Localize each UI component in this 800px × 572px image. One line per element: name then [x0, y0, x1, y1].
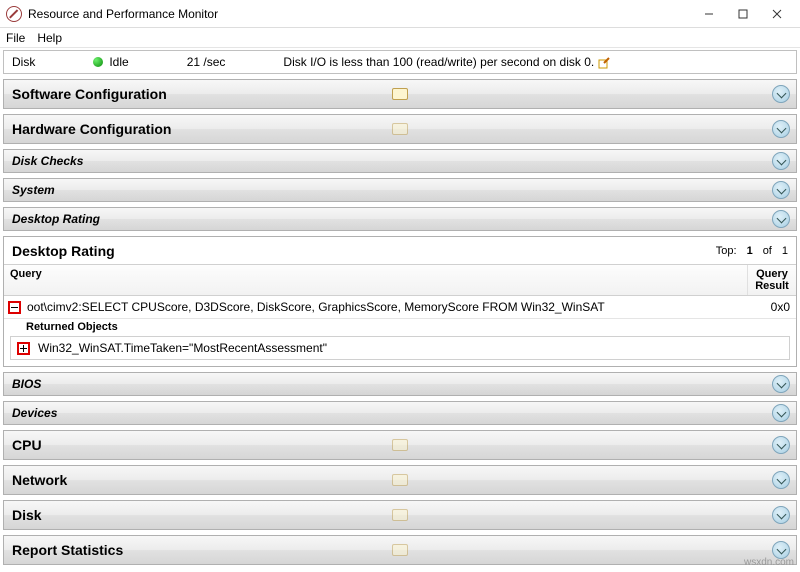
section-label: Disk Checks — [12, 154, 83, 168]
returned-objects-label: Returned Objects — [26, 319, 796, 334]
note-icon — [392, 123, 408, 135]
section-label: Devices — [12, 406, 57, 420]
section-bios[interactable]: BIOS — [3, 372, 797, 396]
status-rate: 21 /sec — [187, 55, 226, 69]
status-description-text: Disk I/O is less than 100 (read/write) p… — [283, 55, 594, 69]
section-label: Desktop Rating — [12, 212, 100, 226]
status-description: Disk I/O is less than 100 (read/write) p… — [283, 55, 788, 69]
section-network[interactable]: Network — [3, 465, 797, 495]
status-state: Idle — [109, 55, 128, 69]
expand-icon[interactable] — [772, 120, 790, 138]
section-software-configuration[interactable]: Software Configuration — [3, 79, 797, 109]
status-state-cell: Idle — [93, 55, 128, 69]
query-grid-header: Query Query Result — [4, 265, 796, 296]
query-row: oot\cimv2:SELECT CPUScore, D3DScore, Dis… — [4, 296, 796, 319]
section-cpu[interactable]: CPU — [3, 430, 797, 460]
expand-icon[interactable] — [772, 152, 790, 170]
note-icon — [392, 544, 408, 556]
note-icon — [392, 509, 408, 521]
section-disk-checks[interactable]: Disk Checks — [3, 149, 797, 173]
expand-icon[interactable] — [772, 181, 790, 199]
expand-toggle-icon[interactable] — [17, 342, 30, 355]
section-label: Software Configuration — [12, 86, 167, 102]
section-label: CPU — [12, 437, 42, 453]
note-icon — [392, 474, 408, 486]
section-system[interactable]: System — [3, 178, 797, 202]
expand-icon[interactable] — [772, 471, 790, 489]
status-col-disk: Disk — [12, 55, 35, 69]
panel-title: Desktop Rating — [12, 243, 115, 259]
menu-help[interactable]: Help — [37, 31, 62, 45]
window-title: Resource and Performance Monitor — [28, 7, 692, 21]
desktop-rating-header: Desktop Rating Top: 1 of 1 — [4, 237, 796, 265]
top-label: Top: — [716, 245, 737, 257]
desktop-rating-panel: Desktop Rating Top: 1 of 1 Query Query R… — [3, 236, 797, 367]
minimize-button[interactable] — [692, 3, 726, 25]
menu-file[interactable]: File — [6, 31, 25, 45]
expand-icon[interactable] — [772, 436, 790, 454]
menu-bar: File Help — [0, 28, 800, 48]
section-hardware-configuration[interactable]: Hardware Configuration — [3, 114, 797, 144]
pagination-info: Top: 1 of 1 — [716, 245, 788, 257]
edit-icon[interactable] — [598, 57, 610, 69]
section-label: BIOS — [12, 377, 41, 391]
expand-icon[interactable] — [772, 506, 790, 524]
collapse-toggle-icon[interactable] — [8, 301, 21, 314]
note-icon — [392, 439, 408, 451]
note-icon — [392, 88, 408, 100]
expand-icon[interactable] — [772, 375, 790, 393]
section-report-statistics[interactable]: Report Statistics — [3, 535, 797, 565]
col-query-result: Query Result — [748, 265, 796, 295]
window-controls — [692, 3, 794, 25]
watermark: wsxdn.com — [744, 557, 794, 568]
section-label: Network — [12, 472, 67, 488]
status-led-icon — [93, 57, 103, 67]
maximize-button[interactable] — [726, 3, 760, 25]
top-value: 1 — [747, 245, 753, 257]
col-query: Query — [4, 265, 748, 295]
section-desktop-rating-collapsed[interactable]: Desktop Rating — [3, 207, 797, 231]
section-label: Disk — [12, 507, 42, 523]
section-label: Report Statistics — [12, 542, 123, 558]
query-result-value: 0x0 — [748, 300, 796, 314]
content-area: Disk Idle 21 /sec Disk I/O is less than … — [0, 48, 800, 565]
section-label: Hardware Configuration — [12, 121, 171, 137]
close-button[interactable] — [760, 3, 794, 25]
of-value: 1 — [782, 245, 788, 257]
disk-status-row: Disk Idle 21 /sec Disk I/O is less than … — [3, 50, 797, 74]
expand-icon[interactable] — [772, 85, 790, 103]
expand-icon[interactable] — [772, 210, 790, 228]
of-label: of — [763, 245, 772, 257]
returned-object-text: Win32_WinSAT.TimeTaken="MostRecentAssess… — [38, 341, 327, 355]
section-disk[interactable]: Disk — [3, 500, 797, 530]
title-bar: Resource and Performance Monitor — [0, 0, 800, 28]
app-icon — [6, 6, 22, 22]
returned-object-row: Win32_WinSAT.TimeTaken="MostRecentAssess… — [10, 336, 790, 360]
expand-icon[interactable] — [772, 404, 790, 422]
query-text: oot\cimv2:SELECT CPUScore, D3DScore, Dis… — [27, 300, 605, 314]
section-label: System — [12, 183, 55, 197]
section-devices[interactable]: Devices — [3, 401, 797, 425]
